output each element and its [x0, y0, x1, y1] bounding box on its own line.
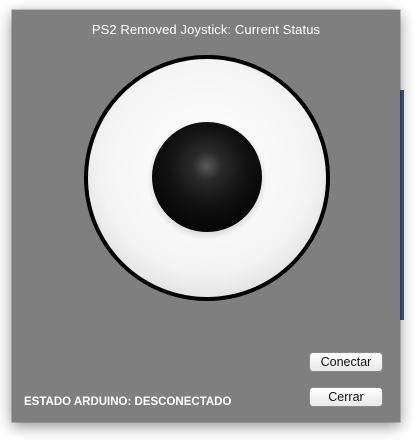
arduino-status-label: ESTADO ARDUINO: DESCONECTADO — [24, 396, 232, 408]
close-button[interactable]: Cerrar — [309, 387, 383, 407]
joystick-stick — [152, 122, 262, 232]
window-title: PS2 Removed Joystick: Current Status — [91, 22, 321, 37]
connect-button[interactable]: Conectar — [309, 352, 383, 372]
joystick-visualization — [84, 55, 330, 301]
joystick-status-window: PS2 Removed Joystick: Current Status EST… — [12, 10, 400, 422]
